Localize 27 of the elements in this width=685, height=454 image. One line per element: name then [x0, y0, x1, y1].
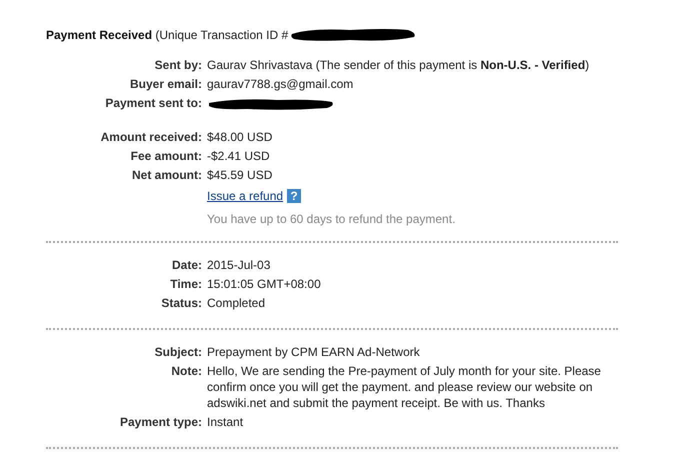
field-label: Status:: [160, 295, 203, 311]
refund-hint: You have up to 60 days to refund the payment.: [207, 211, 456, 227]
field-label: Date:: [170, 257, 203, 273]
field-label: Note:: [170, 363, 203, 380]
field-label: Amount received:: [100, 129, 203, 145]
refund-link[interactable]: Issue a refund: [207, 189, 284, 203]
field-label: Payment sent to:: [104, 95, 203, 111]
field-value: Hello, We are sending the Pre-payment of July month for your site. Please confirm once you will get the payment. and please review our website on adswiki.net and submit the payment receipt. Be with us. Thanks: [207, 363, 602, 411]
field-label: Fee amount:: [130, 148, 203, 164]
field-value: Prepayment by CPM EARN Ad-Network: [207, 344, 421, 360]
field-value: 2015-Jul-03: [207, 257, 272, 273]
field-label: Time:: [169, 276, 203, 292]
field-value: Completed: [207, 295, 266, 311]
help-icon[interactable]: ?: [287, 189, 302, 203]
page-title: Payment Received (Unique Transaction ID #: [46, 27, 288, 43]
field-label: Sent by:: [154, 57, 203, 73]
field-value: $45.59 USD: [207, 167, 274, 183]
field-label: Payment type:: [118, 414, 203, 430]
field-value: Instant: [207, 414, 244, 430]
field-value: $48.00 USD: [207, 129, 274, 145]
field-label: Buyer email:: [128, 76, 203, 92]
field-label: Net amount:: [131, 167, 203, 183]
field-label: Subject:: [154, 344, 203, 360]
field-value: -$2.41 USD: [207, 148, 271, 164]
field-value: 15:01:05 GMT+08:00: [207, 276, 322, 292]
field-value: gaurav7788.gs@gmail.com: [207, 76, 354, 92]
field-value: Gaurav Shrivastava (The sender of this payment is Non-U.S. - Verified): [207, 57, 590, 73]
